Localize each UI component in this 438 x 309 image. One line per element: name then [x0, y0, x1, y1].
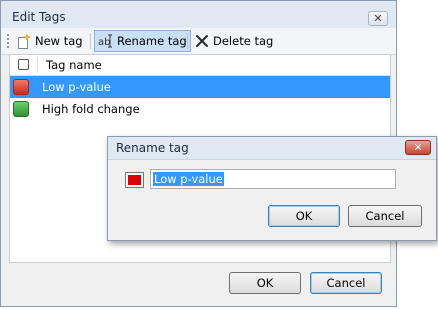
tag-name-input[interactable]: Low p-value — [150, 169, 396, 189]
dialog-close-icon[interactable]: ✕ — [405, 140, 431, 155]
ok-button[interactable]: OK — [229, 272, 301, 294]
new-tag-label: New tag — [35, 34, 83, 48]
color-swatch — [128, 175, 141, 185]
tag-color-picker[interactable] — [125, 172, 144, 188]
rename-tag-label: Rename tag — [117, 34, 187, 48]
tag-row[interactable]: Low p-value — [10, 76, 390, 98]
toolbar-separator — [90, 33, 91, 49]
column-header-tag-name[interactable]: Tag name — [46, 58, 102, 72]
list-header: Tag name — [10, 55, 390, 76]
window-title: Edit Tags — [12, 10, 66, 24]
new-tag-button[interactable]: New tag — [13, 30, 86, 52]
dialog-title-bar: Rename tag ✕ — [108, 137, 436, 160]
rename-tag-button[interactable]: ab Rename tag — [94, 30, 191, 52]
tag-name-value: Low p-value — [153, 172, 224, 186]
tag-row[interactable]: High fold change — [10, 98, 390, 120]
cancel-button[interactable]: Cancel — [310, 272, 382, 294]
tag-color-swatch — [13, 79, 29, 95]
tag-color-swatch — [13, 101, 29, 117]
svg-text:ab: ab — [98, 37, 110, 48]
new-tag-icon — [16, 33, 32, 49]
rename-icon: ab — [98, 33, 114, 49]
column-divider — [37, 57, 38, 73]
dialog-title: Rename tag — [116, 141, 189, 155]
delete-icon — [194, 33, 210, 49]
close-icon[interactable]: ✕ — [368, 11, 388, 26]
rename-tag-dialog: Rename tag ✕ Low p-value OK Cancel — [107, 136, 437, 241]
delete-tag-label: Delete tag — [213, 34, 274, 48]
dialog-cancel-button[interactable]: Cancel — [348, 205, 422, 227]
select-all-checkbox[interactable] — [18, 59, 29, 70]
tag-name: High fold change — [42, 102, 140, 116]
delete-tag-button[interactable]: Delete tag — [191, 30, 276, 52]
dialog-ok-button[interactable]: OK — [268, 205, 340, 227]
toolbar-separator — [187, 33, 188, 49]
tag-name: Low p-value — [42, 80, 111, 94]
toolbar: New tag ab Rename tag Delete tag — [1, 28, 396, 55]
toolbar-grip[interactable] — [7, 34, 9, 48]
